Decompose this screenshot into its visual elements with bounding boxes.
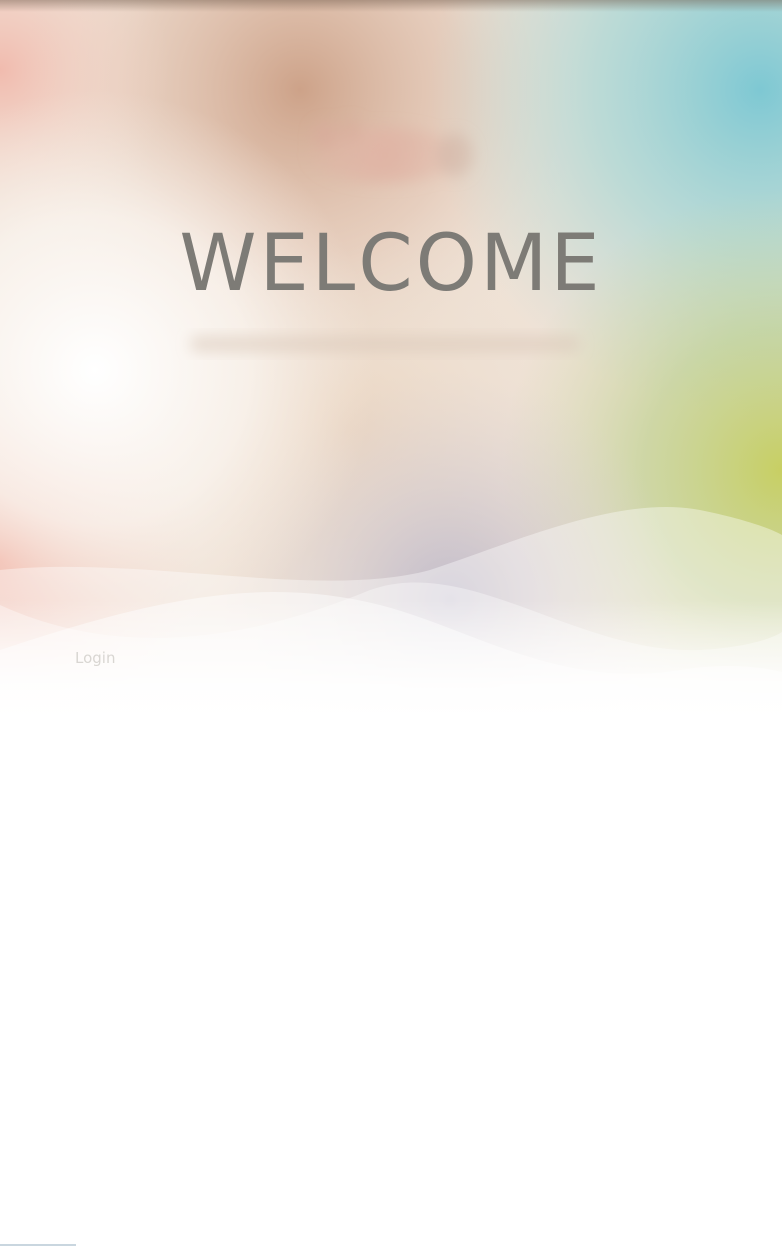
top-shadow (0, 0, 782, 12)
login-link[interactable]: Login (75, 648, 115, 668)
hero-banner: WELCOME Login (0, 0, 782, 720)
hero-background (0, 0, 782, 720)
welcome-page: WELCOME Login (0, 0, 782, 1247)
footer-divider (0, 1244, 76, 1246)
welcome-title: WELCOME (179, 219, 603, 309)
